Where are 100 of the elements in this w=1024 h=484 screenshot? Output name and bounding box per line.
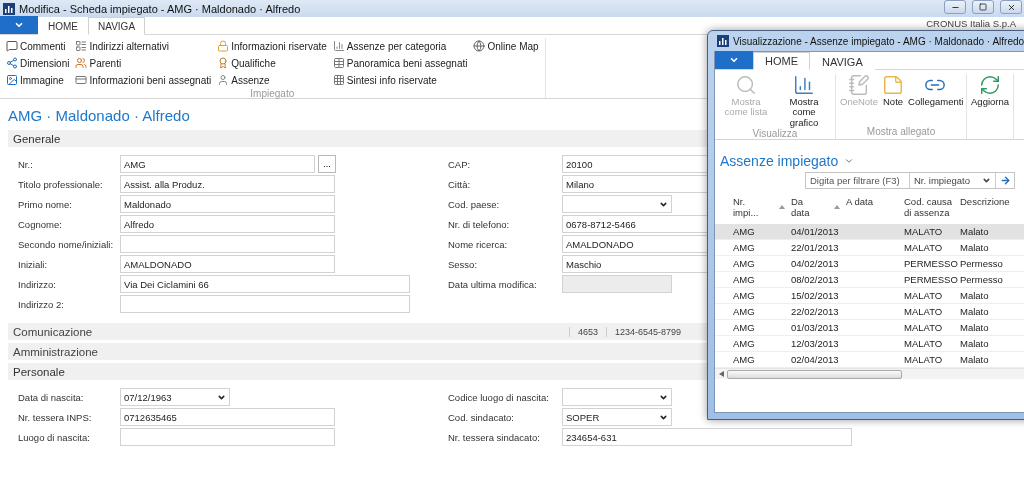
maximize-button[interactable] <box>972 0 994 14</box>
people-icon <box>75 57 88 69</box>
field-label: Nr. tessera sindacato: <box>448 431 541 443</box>
menu-button[interactable] <box>0 16 38 34</box>
group-label: Impiegato <box>249 88 296 101</box>
chart-icon <box>332 40 345 52</box>
ribbon-action[interactable]: Sintesi info riservate <box>332 72 468 88</box>
table-cell-text: AMG <box>733 274 756 285</box>
caret-icon <box>982 176 991 185</box>
field-label: Luogo di nascita: <box>18 431 91 443</box>
dropdown-field[interactable]: 07/12/1963 <box>120 388 230 406</box>
ribbon-action[interactable]: Aggiorna <box>969 74 1012 108</box>
dropdown-field[interactable]: SOPER <box>562 408 672 426</box>
ribbon-action[interactable]: Assenze per categoria <box>332 38 468 54</box>
input-field[interactable]: 234654-631 <box>562 428 852 446</box>
chart-icon <box>793 74 815 96</box>
column-header[interactable]: A data <box>846 197 896 208</box>
ribbon-action[interactable]: Indirizzi alternativi <box>75 38 212 54</box>
caret-icon <box>14 20 24 30</box>
column-header[interactable]: Da data <box>791 197 821 219</box>
dropdown-icon[interactable] <box>844 156 855 166</box>
magnifier-icon <box>735 74 757 96</box>
ribbon-action[interactable]: Online Map <box>473 38 539 54</box>
refresh-icon <box>979 74 1002 96</box>
scroll-left-icon[interactable] <box>719 371 724 377</box>
ribbon-action[interactable]: Immagine <box>6 72 70 88</box>
table-row[interactable]: AMG 04/01/2013 MALATO Malato <box>715 224 1024 240</box>
input-field[interactable]: Alfredo <box>120 215 335 233</box>
app-logo-icon <box>717 35 729 47</box>
input-field[interactable]: AMALDONADO <box>120 255 335 273</box>
table-cell-text: 08/02/2013 <box>791 274 840 285</box>
window-title: Modifica - Scheda impiegato - AMG · Maldonado · Alfredo <box>19 2 302 15</box>
input-field[interactable]: Maldonado <box>120 195 335 213</box>
ribbon-action[interactable]: Dimensioni <box>6 55 70 71</box>
table-cell-text: Permesso <box>960 258 1004 269</box>
column-header[interactable]: Cod. causa di assenza <box>904 197 954 219</box>
close-button[interactable] <box>1000 0 1022 14</box>
scroll-bar[interactable] <box>715 368 1024 379</box>
field-label: Cod. paese: <box>448 198 501 210</box>
note-icon <box>882 74 905 96</box>
minimize-button[interactable] <box>944 0 966 14</box>
summary-value: 1234-6545-8799 <box>605 326 689 337</box>
ribbon-tab[interactable]: HOME <box>753 52 810 70</box>
app-logo-icon <box>3 2 15 15</box>
lock-icon <box>217 40 230 52</box>
ribbon-action[interactable]: Collegamenti <box>906 74 965 108</box>
field-label: Nr.: <box>18 158 34 170</box>
field-label: Sesso: <box>448 258 479 270</box>
field-label: Cod. sindacato: <box>448 411 515 423</box>
ribbon-tab[interactable]: NAVIGA <box>88 17 146 35</box>
arrow-icon <box>999 175 1011 186</box>
table-cell-text: AMG <box>733 306 756 317</box>
field-label: Secondo nome/iniziali: <box>18 238 115 250</box>
dropdown-field[interactable] <box>562 388 672 406</box>
ribbon-action[interactable]: Panoramica beni assegnati <box>332 55 468 71</box>
input-field[interactable]: AMG <box>120 155 315 173</box>
ribbon-action[interactable]: Informazioni beni assegnati <box>75 72 212 88</box>
input-field[interactable]: Assist. alla Produz. <box>120 175 335 193</box>
field-label: Indirizzo: <box>18 278 57 290</box>
table-cell-text: 04/01/2013 <box>791 226 840 237</box>
ribbon-action[interactable]: Informazioni riservate <box>217 38 327 54</box>
table-cell-text: Malato <box>960 226 990 237</box>
input-field[interactable] <box>120 235 335 253</box>
field-label: Data di nascita: <box>18 391 85 403</box>
field-label: Data ultima modifica: <box>448 278 538 290</box>
ribbon-action[interactable]: Commenti <box>6 38 70 54</box>
table-cell-text: MALATO <box>904 226 944 237</box>
lookup-button[interactable]: ... <box>318 155 336 173</box>
field-label: Nome ricerca: <box>448 238 509 250</box>
table-cell-text: Malato <box>960 242 990 253</box>
person-icon <box>217 74 230 86</box>
ribbon-action[interactable]: Qualifiche <box>217 55 327 71</box>
input-field[interactable]: Via Dei Ciclamini 66 <box>120 275 410 293</box>
ribbon-action[interactable]: Mostra come grafico <box>775 74 833 129</box>
caret-icon <box>729 55 739 65</box>
table-cell-text: AMG <box>733 290 756 301</box>
field-label: Iniziali: <box>18 258 49 270</box>
comment-icon <box>6 40 18 52</box>
field-label: Nr. di telefono: <box>448 218 511 230</box>
input-field[interactable]: 0712635465 <box>120 408 335 426</box>
table-cell-text: PERMESSO <box>904 274 959 285</box>
image-icon <box>6 74 18 86</box>
grid-icon <box>332 74 345 86</box>
notebook-icon <box>848 74 870 96</box>
ribbon-action[interactable]: Assenze <box>217 72 327 88</box>
table-cell-text: 22/01/2013 <box>791 242 840 253</box>
card-icon <box>75 74 88 86</box>
column-header[interactable]: Descrizione <box>960 197 1020 208</box>
table-cell-text: 01/03/2013 <box>791 322 840 333</box>
table-cell-text: MALATO <box>904 306 944 317</box>
input-field[interactable] <box>120 428 335 446</box>
company-name: CRONUS Italia S.p.A <box>926 17 1016 29</box>
input-field[interactable] <box>120 295 410 313</box>
ribbon-action[interactable]: Parenti <box>75 55 212 71</box>
menu-button[interactable] <box>715 51 753 69</box>
list-icon <box>75 40 88 52</box>
nodes-icon <box>6 57 18 69</box>
table-cell-text: PERMESSO <box>904 258 959 269</box>
dropdown-field[interactable] <box>562 195 672 213</box>
ribbon-action[interactable]: Note <box>880 74 907 108</box>
